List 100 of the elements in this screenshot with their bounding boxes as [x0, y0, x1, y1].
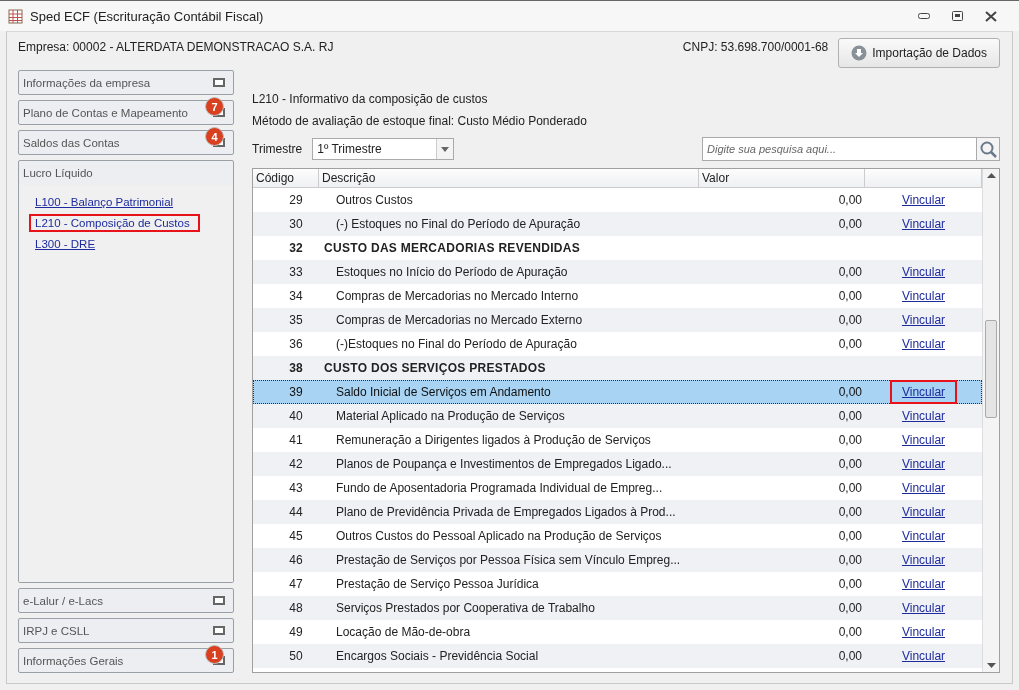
- scrollbar[interactable]: [982, 169, 999, 672]
- value-cell-text: 0,00: [837, 601, 863, 615]
- code-cell-text: 48: [288, 601, 304, 615]
- description-cell-text: Estoques no Início do Período de Apuração: [335, 265, 569, 279]
- link-action[interactable]: Vincular: [889, 430, 958, 450]
- value-cell-text: 0,00: [837, 649, 863, 663]
- description-cell-text: Saldo Inicial de Serviços em Andamento: [335, 385, 552, 399]
- table-row[interactable]: 46 Prestação de Serviços por Pessoa Física sem Vínculo Empreg... 0,00 Vincular: [253, 548, 982, 572]
- sidebar-section[interactable]: IRPJ e CSLL: [18, 618, 234, 643]
- company-name: Empresa: 00002 - ALTERDATA DEMONSTRACAO S.A. RJ: [18, 40, 334, 54]
- table-row[interactable]: 36 (-)Estoques no Final do Período de Apuração 0,00 Vincular: [253, 332, 982, 356]
- value-cell-text: 0,00: [837, 265, 863, 279]
- group-heading-cell-text: CUSTO DAS MERCADORIAS REVENDIDAS: [323, 241, 581, 255]
- code-cell-text: 33: [288, 265, 304, 279]
- code-cell-text: 30: [288, 217, 304, 231]
- sidebar-section[interactable]: Lucro Líquido: [19, 161, 233, 185]
- minimize-icon[interactable]: [918, 13, 930, 19]
- link-action[interactable]: Vincular: [889, 286, 958, 306]
- table-row[interactable]: 30 (-) Estoques no Final do Período de Apuração 0,00 Vincular: [253, 212, 982, 236]
- scroll-down-icon[interactable]: [986, 663, 996, 668]
- table-row[interactable]: 33 Estoques no Início do Período de Apuração 0,00 Vincular: [253, 260, 982, 284]
- sidebar-link[interactable]: L300 - DRE: [29, 235, 102, 253]
- search-icon[interactable]: [979, 140, 997, 158]
- description-cell-text: Serviços Prestados por Cooperativa de Trabalho: [335, 601, 596, 615]
- scrollbar-thumb[interactable]: [985, 320, 997, 418]
- link-action[interactable]: Vincular: [889, 646, 958, 666]
- link-action[interactable]: Vincular: [889, 550, 958, 570]
- link-action[interactable]: Vincular: [889, 526, 958, 546]
- link-action[interactable]: Vincular: [889, 190, 958, 210]
- code-cell-text: 45: [288, 529, 304, 543]
- link-action[interactable]: Vincular: [889, 310, 958, 330]
- code-cell-text: 49: [288, 625, 304, 639]
- value-cell-text: 0,00: [837, 217, 863, 231]
- table-row[interactable]: 44 Plano de Previdência Privada de Empregados Ligados à Prod... 0,00 Vincular: [253, 500, 982, 524]
- link-action[interactable]: Vincular: [889, 262, 958, 282]
- sidebar-section[interactable]: Informações Gerais 1: [18, 648, 234, 673]
- code-cell-text: 41: [288, 433, 304, 447]
- link-action[interactable]: Vincular: [889, 574, 958, 594]
- sidebar-section[interactable]: Plano de Contas e Mapeamento 7: [18, 100, 234, 125]
- column-header[interactable]: Descrição: [319, 169, 699, 187]
- value-cell-text: 0,00: [837, 553, 863, 567]
- link-action[interactable]: Vincular: [889, 598, 958, 618]
- collapse-icon: [213, 596, 225, 605]
- value-cell-text: 0,00: [837, 457, 863, 471]
- value-cell-text: 0,00: [837, 313, 863, 327]
- table-row[interactable]: 41 Remuneração a Dirigentes ligados à Produção de Serviços 0,00 Vincular: [253, 428, 982, 452]
- value-cell-text: 0,00: [837, 625, 863, 639]
- value-cell-text: 0,00: [837, 289, 863, 303]
- sidebar-section[interactable]: Saldos das Contas 4: [18, 130, 234, 155]
- link-action[interactable]: Vincular: [889, 454, 958, 474]
- scroll-up-icon[interactable]: [986, 173, 996, 178]
- table-row[interactable]: 48 Serviços Prestados por Cooperativa de Trabalho 0,00 Vincular: [253, 596, 982, 620]
- table-row[interactable]: 35 Compras de Mercadorias no Mercado Externo 0,00 Vincular: [253, 308, 982, 332]
- sidebar-link[interactable]: L210 - Composição de Custos: [29, 214, 200, 232]
- link-action[interactable]: Vincular: [889, 478, 958, 498]
- table-row[interactable]: 47 Prestação de Serviço Pessoa Jurídica 0,00 Vincular: [253, 572, 982, 596]
- maximize-icon[interactable]: [952, 11, 963, 21]
- quarter-dropdown[interactable]: 1º Trimestre: [312, 138, 455, 160]
- table-row[interactable]: 49 Locação de Mão-de-obra 0,00 Vincular: [253, 620, 982, 644]
- sidebar-link[interactable]: L100 - Balanço Patrimonial: [29, 193, 180, 211]
- link-action[interactable]: Vincular: [889, 214, 958, 234]
- link-action[interactable]: Vincular: [889, 502, 958, 522]
- table-row[interactable]: 34 Compras de Mercadorias no Mercado Interno 0,00 Vincular: [253, 284, 982, 308]
- spreadsheet-icon: [8, 8, 24, 24]
- value-cell-text: 0,00: [837, 337, 863, 351]
- column-header[interactable]: Código: [253, 169, 319, 187]
- group-heading-cell-text: CUSTO DOS SERVIÇOS PRESTADOS: [323, 361, 546, 375]
- download-icon: [851, 45, 868, 61]
- table-row[interactable]: 38 CUSTO DOS SERVIÇOS PRESTADOS: [253, 356, 982, 380]
- search-field[interactable]: Digite sua pesquisa aqui...: [702, 137, 977, 161]
- description-cell-text: Compras de Mercadorias no Mercado Externo: [335, 313, 584, 327]
- description-cell-text: (-)Estoques no Final do Período de Apuração: [335, 337, 578, 351]
- value-cell-text: 0,00: [837, 577, 863, 591]
- table-row[interactable]: 45 Outros Custos do Pessoal Aplicado na Produção de Serviços 0,00 Vincular: [253, 524, 982, 548]
- link-action[interactable]: Vincular: [889, 334, 958, 354]
- link-action[interactable]: Vincular: [889, 622, 958, 642]
- link-action[interactable]: Vincular: [889, 380, 958, 404]
- code-cell-text: 40: [288, 409, 304, 423]
- description-cell-text: Compras de Mercadorias no Mercado Interno: [335, 289, 580, 303]
- table-row[interactable]: 40 Material Aplicado na Produção de Serviços 0,00 Vincular: [253, 404, 982, 428]
- close-icon[interactable]: [985, 10, 997, 22]
- sidebar-section[interactable]: e-Lalur / e-Lacs: [18, 588, 234, 613]
- table-row[interactable]: 29 Outros Custos 0,00 Vincular: [253, 188, 982, 212]
- sidebar-section[interactable]: Informações da empresa: [18, 70, 234, 95]
- description-cell-text: Prestação de Serviços por Pessoa Física sem Vínculo Empreg...: [335, 553, 682, 567]
- value-cell-text: 0,00: [837, 193, 863, 207]
- table-row[interactable]: 50 Encargos Sociais - Previdência Social 0,00 Vincular: [253, 644, 982, 668]
- code-cell-text: 44: [288, 505, 304, 519]
- import-button[interactable]: Importação de Dados: [838, 38, 1000, 68]
- column-header[interactable]: Valor: [699, 169, 865, 187]
- code-cell-text: 38: [288, 361, 304, 375]
- table-row[interactable]: 43 Fundo de Aposentadoria Programada Individual de Empreg... 0,00 Vincular: [253, 476, 982, 500]
- table-row[interactable]: 32 CUSTO DAS MERCADORIAS REVENDIDAS: [253, 236, 982, 260]
- table-row[interactable]: 42 Planos de Poupança e Investimentos de Empregados Ligado... 0,00 Vincular: [253, 452, 982, 476]
- link-action[interactable]: Vincular: [889, 406, 958, 426]
- description-cell-text: Plano de Previdência Privada de Empregados Ligados à Prod...: [335, 505, 677, 519]
- code-cell-text: 42: [288, 457, 304, 471]
- quarter-label: Trimestre: [252, 142, 303, 156]
- method-text: Método de avaliação de estoque final: Custo Médio Ponderado: [252, 114, 588, 130]
- table-row[interactable]: 39 Saldo Inicial de Serviços em Andamento 0,00 Vincular: [253, 380, 982, 404]
